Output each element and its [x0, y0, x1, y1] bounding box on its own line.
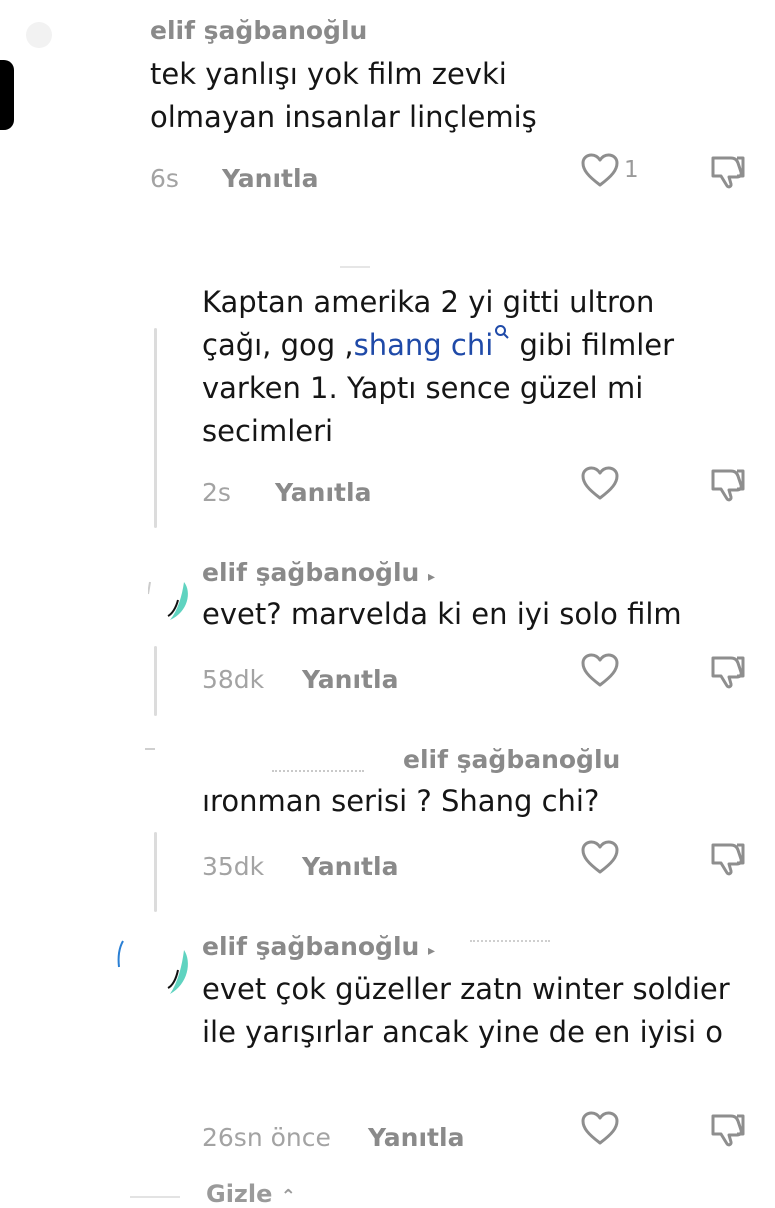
thumbs-down-icon[interactable]: [707, 839, 747, 877]
reply-button[interactable]: Yanıtla: [368, 1123, 464, 1152]
search-link[interactable]: shang chi: [354, 325, 511, 362]
left-edge-artifact: [0, 60, 14, 130]
comment-text: evet? marvelda ki en iyi solo film: [202, 597, 682, 631]
hide-replies-button[interactable]: Gizle ⌃: [206, 1180, 296, 1208]
comment-username[interactable]: elif şağbanoğlu: [403, 745, 620, 774]
comment-time: 6s: [150, 164, 179, 193]
chevron-up-icon: ⌃: [280, 1186, 296, 1207]
comment-username[interactable]: elif şağbanoğlu ▸: [202, 558, 435, 587]
redacted-mention: [470, 934, 550, 942]
comment-time: 58dk: [202, 665, 265, 694]
comment-time: 2s: [202, 478, 231, 507]
comment-time: 26sn önce: [202, 1123, 331, 1152]
thread-line: [154, 832, 157, 912]
comment-text: evet çok güzeller zatn winter soldier il…: [202, 972, 730, 1049]
like-count: 1: [624, 157, 639, 183]
reply-button[interactable]: Yanıtla: [302, 852, 398, 881]
redacted-username: [272, 762, 364, 772]
thread-line: [154, 646, 157, 716]
thumbs-down-icon[interactable]: [707, 1110, 747, 1148]
avatar[interactable]: [148, 940, 192, 998]
comment-username[interactable]: elif şağbanoğlu: [150, 16, 367, 45]
comment-text: tek yanlışı yok film zevki olmayan insan…: [150, 57, 537, 134]
decor-stroke: [116, 940, 124, 968]
thumbs-down-icon[interactable]: [707, 152, 747, 190]
comment-text: ıronman serisi ? Shang chi?: [202, 784, 600, 818]
heart-outline-icon[interactable]: [580, 465, 620, 501]
thumbs-down-icon[interactable]: [707, 465, 747, 503]
heart-outline-icon[interactable]: [580, 652, 620, 688]
avatar[interactable]: [147, 572, 192, 624]
redacted-username: [340, 266, 370, 268]
reply-button[interactable]: Yanıtla: [275, 478, 371, 507]
comment-text: Kaptan amerika 2 yi gitti ultron çağı, g…: [202, 285, 675, 448]
heart-outline-icon[interactable]: [580, 839, 620, 875]
avatar[interactable]: [26, 22, 52, 48]
reply-button[interactable]: Yanıtla: [222, 164, 318, 193]
heart-outline-icon[interactable]: [580, 1110, 620, 1146]
comment-time: 35dk: [202, 852, 265, 881]
thumbs-down-icon[interactable]: [707, 652, 747, 690]
divider: [130, 1196, 180, 1198]
redacted-avatar: [145, 748, 155, 750]
thread-line: [154, 328, 157, 528]
magnifier-icon: [493, 325, 510, 362]
reply-button[interactable]: Yanıtla: [302, 665, 398, 694]
heart-outline-icon[interactable]: [580, 152, 620, 188]
comment-username[interactable]: elif şağbanoğlu ▸: [202, 932, 435, 961]
